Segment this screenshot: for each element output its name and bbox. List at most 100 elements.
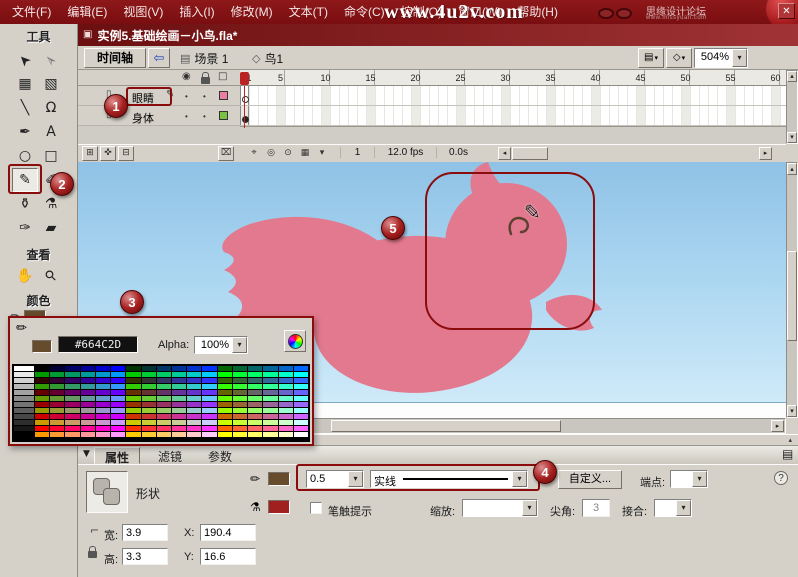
palette-swatch[interactable] [65, 396, 80, 401]
chevron-down-icon[interactable]: ▾ [732, 49, 747, 67]
rectangle-tool[interactable]: □ [38, 144, 64, 168]
palette-swatch[interactable] [111, 420, 126, 425]
hand-tool[interactable]: ✋ [12, 264, 38, 288]
palette-swatch[interactable] [14, 384, 34, 389]
palette-swatch[interactable] [202, 420, 217, 425]
palette-swatch[interactable] [141, 432, 156, 437]
alpha-select[interactable]: 100% ▾ [194, 336, 248, 354]
palette-swatch[interactable] [35, 366, 50, 371]
outline-column-icon[interactable]: □ [218, 72, 227, 82]
palette-swatch[interactable] [111, 384, 126, 389]
text-tool[interactable]: A [38, 120, 64, 144]
gradient-transform-tool[interactable]: ▧ [38, 72, 64, 96]
layer-outline-color[interactable] [219, 111, 228, 120]
palette-swatch[interactable] [156, 372, 171, 377]
fill-color-chip[interactable] [268, 500, 290, 514]
palette-swatch[interactable] [14, 414, 34, 419]
palette-swatch[interactable] [95, 414, 111, 419]
palette-swatch[interactable] [172, 402, 187, 407]
palette-swatch[interactable] [172, 426, 187, 431]
palette-swatch[interactable] [172, 432, 187, 437]
palette-swatch[interactable] [126, 366, 141, 371]
collapse-arrow-icon[interactable]: ▼ [83, 450, 90, 459]
palette-swatch[interactable] [156, 432, 171, 437]
selection-tool[interactable]: ➤ [12, 48, 38, 72]
chevron-down-icon[interactable]: ▾ [522, 500, 537, 516]
palette-swatch[interactable] [111, 390, 126, 395]
stroke-width-select[interactable]: 0.5 ▾ [306, 470, 364, 488]
chevron-down-icon[interactable]: ▾ [692, 471, 707, 487]
palette-swatch[interactable] [126, 396, 141, 401]
close-button[interactable]: ✕ [778, 3, 795, 19]
breadcrumb-scene[interactable]: ▤ 场景 1 [180, 50, 228, 67]
stage-v-scroll-thumb[interactable] [787, 251, 797, 341]
palette-swatch[interactable] [172, 420, 187, 425]
palette-swatch[interactable] [14, 372, 34, 377]
palette-swatch[interactable] [156, 426, 171, 431]
palette-swatch[interactable] [95, 408, 111, 413]
palette-swatch[interactable] [187, 378, 202, 383]
layer-row-eyes[interactable]: ▯ 眼睛 ✎ • • [78, 86, 240, 106]
palette-swatch[interactable] [263, 408, 278, 413]
palette-swatch[interactable] [35, 378, 50, 383]
palette-swatch[interactable] [35, 426, 50, 431]
palette-swatch[interactable] [263, 366, 278, 371]
palette-swatch[interactable] [202, 402, 217, 407]
palette-swatch[interactable] [293, 372, 308, 377]
palette-swatch[interactable] [126, 408, 141, 413]
palette-swatch[interactable] [65, 402, 80, 407]
custom-stroke-button[interactable]: 自定义... [558, 470, 622, 489]
palette-swatch[interactable] [202, 408, 217, 413]
palette-swatch[interactable] [111, 426, 126, 431]
playhead[interactable] [240, 72, 249, 85]
palette-swatch[interactable] [65, 378, 80, 383]
chevron-down-icon[interactable]: ▾ [512, 471, 527, 487]
palette-swatch[interactable] [248, 408, 263, 413]
palette-swatch[interactable] [248, 426, 263, 431]
palette-swatch[interactable] [126, 372, 141, 377]
palette-swatch[interactable] [217, 372, 232, 377]
palette-swatch[interactable] [141, 402, 156, 407]
palette-swatch[interactable] [293, 414, 308, 419]
palette-swatch[interactable] [50, 414, 65, 419]
palette-swatch[interactable] [50, 408, 65, 413]
palette-swatch[interactable] [202, 366, 217, 371]
panel-menu-icon[interactable]: ▤ [772, 447, 798, 464]
palette-swatch[interactable] [248, 396, 263, 401]
palette-swatch[interactable] [248, 372, 263, 377]
layer-visibility-dot[interactable]: • [185, 112, 188, 121]
palette-swatch[interactable] [156, 366, 171, 371]
palette-swatch[interactable] [202, 432, 217, 437]
onion-outline-button[interactable]: ⊙ [280, 146, 296, 161]
palette-swatch[interactable] [156, 396, 171, 401]
tab-filters[interactable]: 滤镜 [148, 447, 192, 464]
palette-swatch[interactable] [141, 426, 156, 431]
palette-swatch[interactable] [278, 396, 293, 401]
palette-swatch[interactable] [111, 402, 126, 407]
palette-swatch[interactable] [35, 414, 50, 419]
palette-swatch[interactable] [50, 378, 65, 383]
palette-swatch[interactable] [263, 432, 278, 437]
layer-lock-dot[interactable]: • [203, 92, 206, 101]
palette-swatch[interactable] [126, 420, 141, 425]
scroll-down-arrow[interactable]: ▾ [787, 405, 797, 417]
layer-name[interactable]: 身体 [132, 110, 154, 126]
palette-swatch[interactable] [232, 378, 248, 383]
tab-properties[interactable]: 属性 [94, 447, 141, 465]
stroke-style-select[interactable]: 实线 ▾ [370, 470, 528, 488]
palette-swatch[interactable] [126, 378, 141, 383]
palette-swatch[interactable] [65, 420, 80, 425]
palette-swatch[interactable] [95, 372, 111, 377]
layer-name[interactable]: 眼睛 [132, 90, 154, 106]
palette-swatch[interactable] [278, 414, 293, 419]
menu-item[interactable]: 视图(V) [115, 0, 171, 24]
palette-swatch[interactable] [217, 390, 232, 395]
palette-swatch[interactable] [156, 378, 171, 383]
palette-swatch[interactable] [111, 372, 126, 377]
panel-collapse-icon[interactable]: ▴ [788, 437, 792, 444]
palette-swatch[interactable] [50, 426, 65, 431]
palette-swatch[interactable] [95, 402, 111, 407]
menu-item[interactable]: 编辑(E) [59, 0, 115, 24]
delete-layer-button[interactable]: ⌧ [218, 146, 234, 161]
palette-swatch[interactable] [172, 366, 187, 371]
